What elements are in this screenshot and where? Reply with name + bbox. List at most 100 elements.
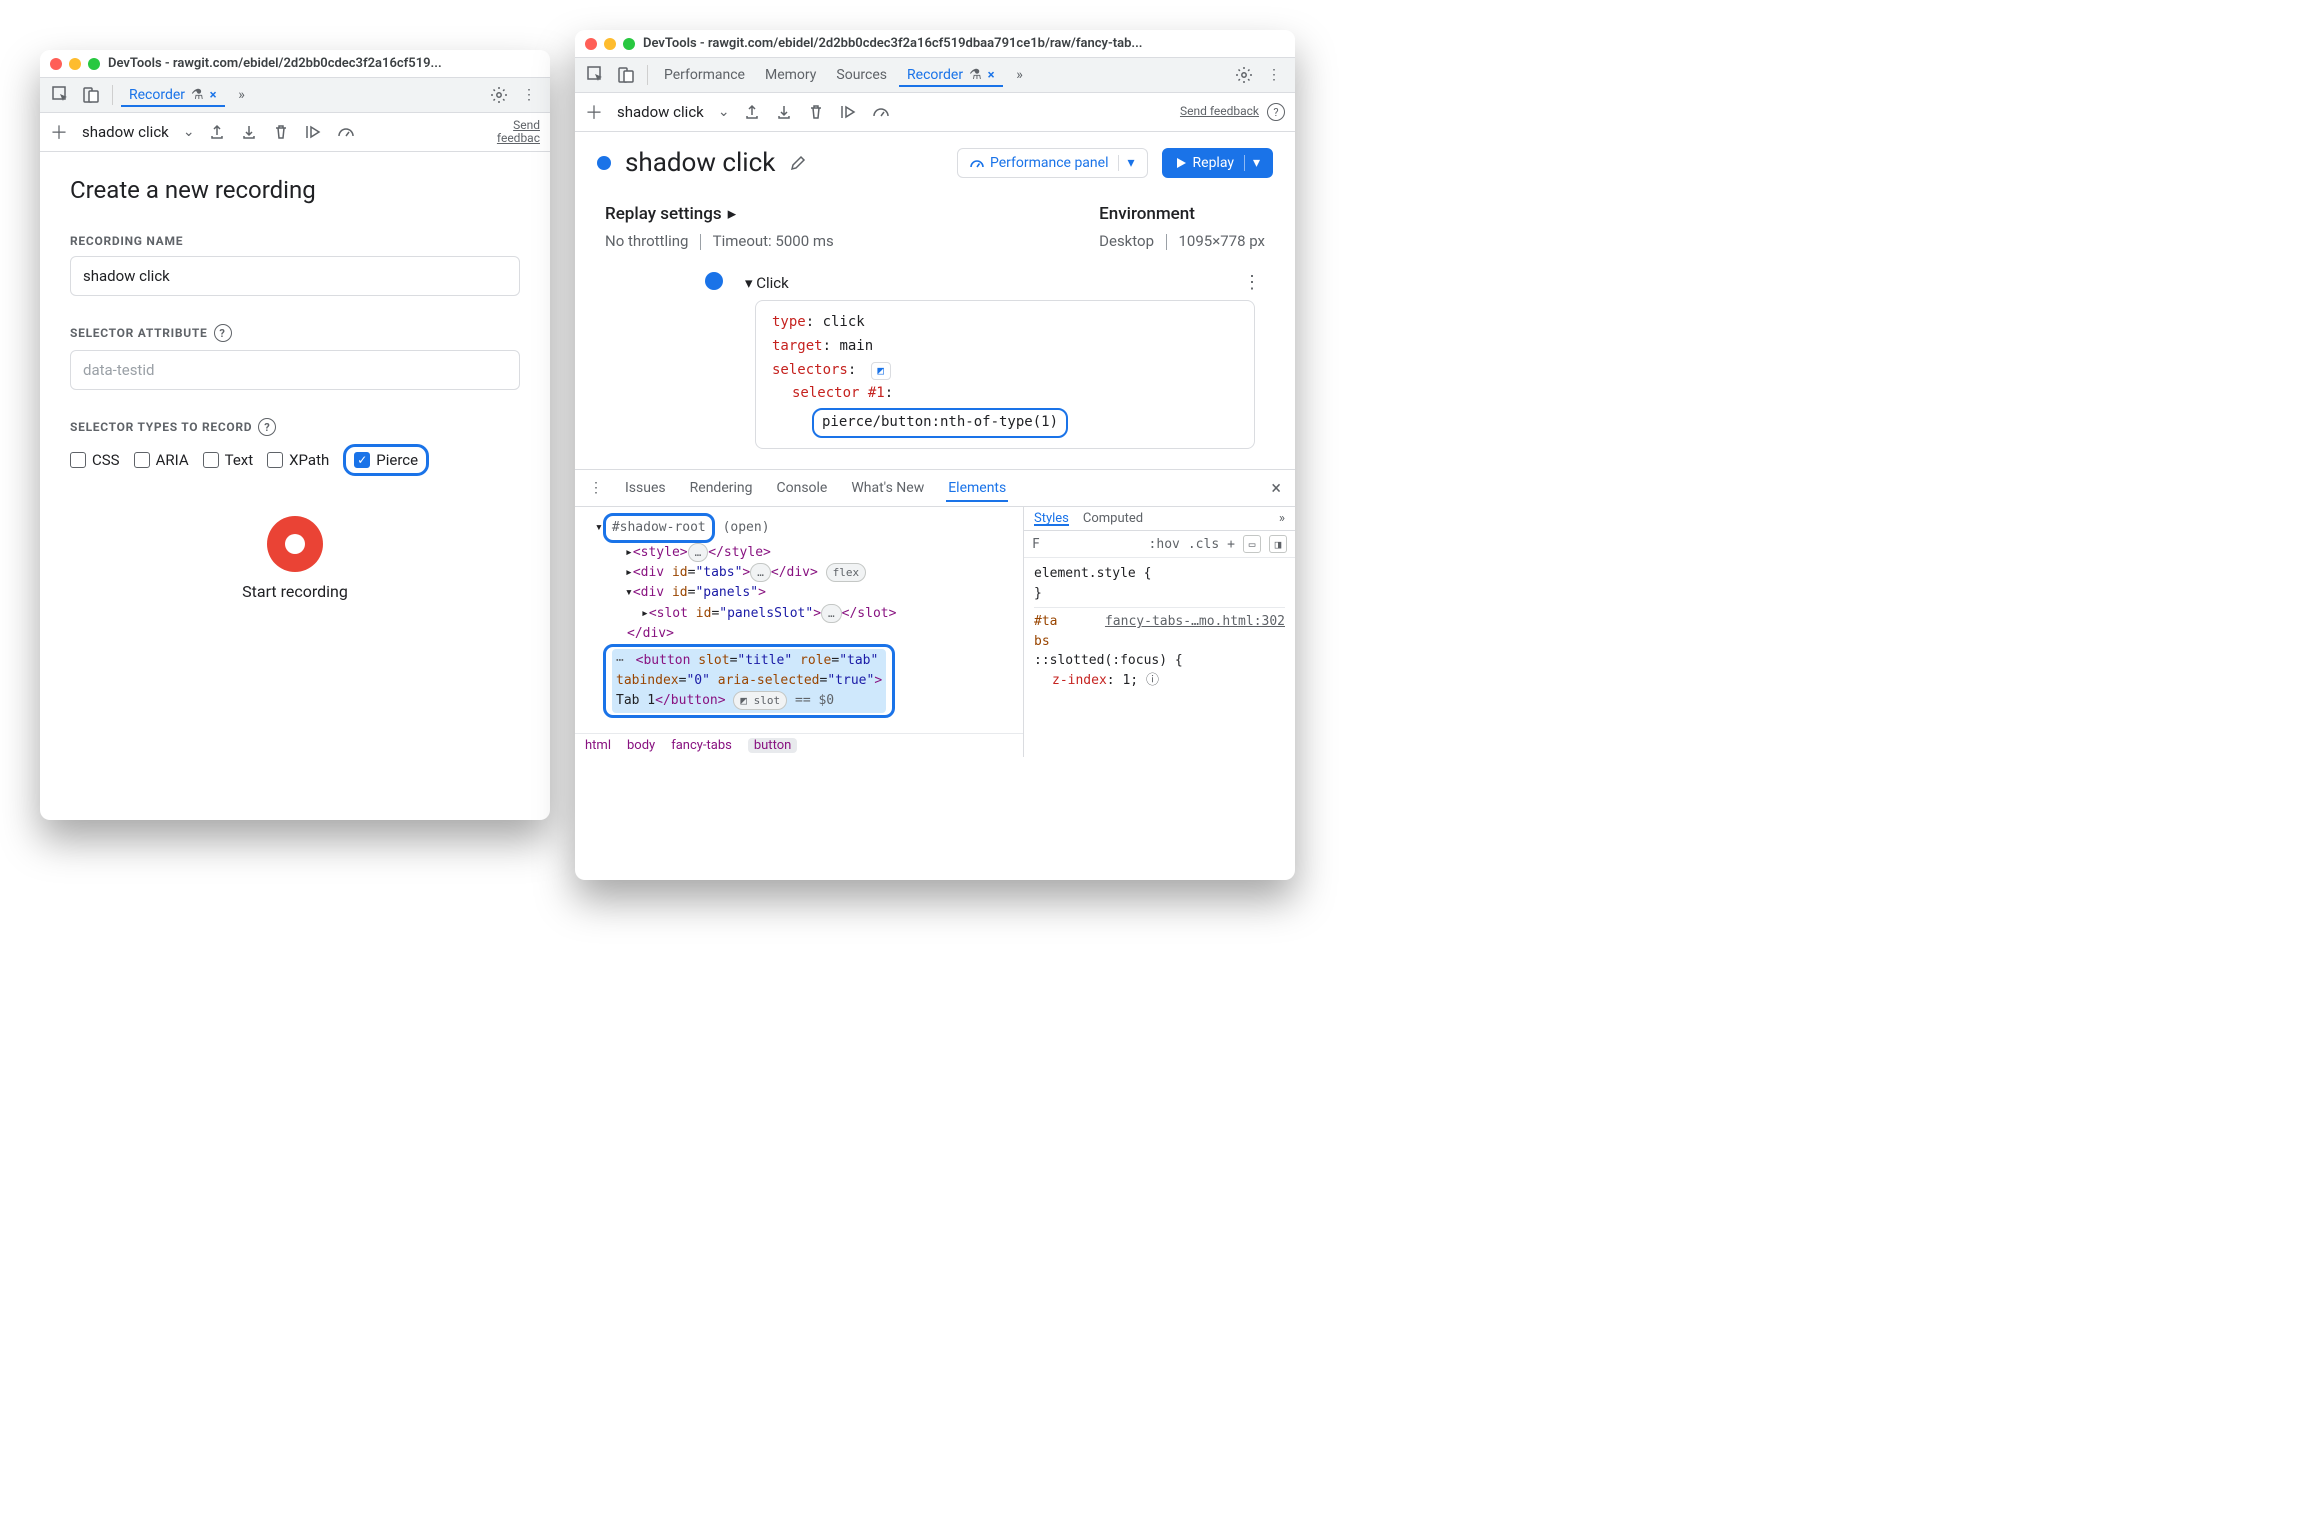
sidebar-toggle-icon[interactable]: ◨ bbox=[1269, 535, 1287, 553]
selector-type-text[interactable]: Text bbox=[203, 451, 254, 469]
tab-memory[interactable]: Memory bbox=[757, 63, 824, 87]
crumb-button[interactable]: button bbox=[748, 738, 797, 753]
tab-recorder[interactable]: Recorder ⚗ × bbox=[899, 63, 1003, 87]
minimize-window-icon[interactable] bbox=[69, 58, 81, 70]
drawer-tab-elements[interactable]: Elements bbox=[946, 474, 1008, 502]
import-icon[interactable] bbox=[241, 124, 265, 140]
drawer-tab-console[interactable]: Console bbox=[774, 474, 829, 502]
device-mode-icon[interactable] bbox=[78, 82, 104, 108]
delete-icon[interactable] bbox=[273, 124, 297, 140]
close-window-icon[interactable] bbox=[50, 58, 62, 70]
window-controls bbox=[585, 38, 635, 50]
new-recording-icon[interactable]: ＋ bbox=[585, 99, 603, 125]
step-click: ▾ Click ⋮ type: click target: main selec… bbox=[605, 276, 1265, 449]
minimize-window-icon[interactable] bbox=[604, 38, 616, 50]
selector-type-pierce[interactable]: ✓Pierce bbox=[354, 451, 418, 469]
close-tab-icon[interactable]: × bbox=[210, 88, 217, 103]
selector-type-css[interactable]: CSS bbox=[70, 451, 120, 469]
crumb-body[interactable]: body bbox=[627, 738, 655, 753]
step-toggle[interactable]: ▾ Click bbox=[745, 274, 789, 292]
settings-gear-icon[interactable] bbox=[486, 82, 512, 108]
drawer-tab-rendering[interactable]: Rendering bbox=[688, 474, 755, 502]
settings-gear-icon[interactable] bbox=[1231, 62, 1257, 88]
source-link[interactable]: fancy-tabs-…mo.html:302 bbox=[1105, 612, 1285, 632]
selector-type-aria[interactable]: ARIA bbox=[134, 451, 189, 469]
inspect-icon[interactable] bbox=[583, 62, 609, 88]
breadcrumb[interactable]: html body fancy-tabs button bbox=[575, 733, 1023, 757]
kebab-menu-icon[interactable]: ⋮ bbox=[589, 480, 603, 496]
help-icon[interactable]: ? bbox=[258, 418, 276, 436]
tab-recorder[interactable]: Recorder ⚗ × bbox=[121, 83, 225, 107]
help-icon[interactable]: ? bbox=[214, 324, 232, 342]
zoom-window-icon[interactable] bbox=[88, 58, 100, 70]
export-icon[interactable] bbox=[744, 104, 768, 120]
kebab-menu-icon[interactable]: ⋮ bbox=[1261, 62, 1287, 88]
drawer-tab-issues[interactable]: Issues bbox=[623, 474, 668, 502]
kebab-menu-icon[interactable]: ⋮ bbox=[516, 82, 542, 108]
inspect-icon[interactable] bbox=[48, 82, 74, 108]
import-icon[interactable] bbox=[776, 104, 800, 120]
close-tab-icon[interactable]: × bbox=[988, 68, 995, 83]
flask-icon: ⚗ bbox=[191, 87, 204, 103]
selector-attribute-input[interactable]: data-testid bbox=[70, 350, 520, 390]
slot-badge[interactable]: ◩ slot bbox=[733, 691, 787, 710]
info-icon[interactable]: ⓘ bbox=[1146, 673, 1159, 688]
new-recording-icon[interactable]: ＋ bbox=[50, 119, 68, 145]
checkbox-icon bbox=[267, 452, 283, 468]
zoom-window-icon[interactable] bbox=[623, 38, 635, 50]
crumb-fancytabs[interactable]: fancy-tabs bbox=[671, 738, 732, 753]
chevron-down-icon[interactable]: ▾ bbox=[1118, 155, 1134, 171]
recording-name-input[interactable]: shadow click bbox=[70, 256, 520, 296]
start-recording-label: Start recording bbox=[242, 582, 348, 601]
window-controls bbox=[50, 58, 100, 70]
performance-panel-button[interactable]: Performance panel ▾ bbox=[957, 148, 1148, 178]
dropdown-chevron-icon[interactable]: ⌄ bbox=[712, 104, 736, 120]
selector-types-row: CSS ARIA Text XPath ✓Pierce bbox=[70, 444, 520, 476]
step-menu-icon[interactable]: ⋮ bbox=[1243, 272, 1261, 293]
start-recording-button[interactable] bbox=[267, 516, 323, 572]
drawer-tab-whatsnew[interactable]: What's New bbox=[849, 474, 926, 502]
help-icon[interactable]: ? bbox=[1267, 103, 1285, 121]
hov-toggle[interactable]: :hov bbox=[1149, 537, 1180, 552]
selector-value-highlight[interactable]: pierce/button:nth-of-type(1) bbox=[812, 408, 1068, 438]
recording-selector[interactable]: shadow click bbox=[617, 103, 704, 121]
measure-icon[interactable] bbox=[872, 104, 896, 120]
more-tabs-icon[interactable]: » bbox=[1279, 511, 1285, 526]
styles-rules[interactable]: element.style { } #ta fancy-tabs-…mo.htm… bbox=[1024, 558, 1295, 696]
play-icon[interactable] bbox=[305, 124, 329, 140]
inspect-mini-icon[interactable]: ◩ bbox=[871, 362, 891, 380]
dropdown-chevron-icon[interactable]: ⌄ bbox=[177, 124, 201, 140]
more-tabs-icon[interactable]: » bbox=[1007, 62, 1033, 88]
edit-title-icon[interactable] bbox=[789, 154, 807, 172]
new-rule-icon[interactable]: + bbox=[1227, 537, 1235, 552]
send-feedback-link[interactable]: Send feedback bbox=[1180, 105, 1259, 118]
recorder-toolbar: ＋ shadow click ⌄ Send feedbac bbox=[40, 113, 550, 152]
measure-icon[interactable] bbox=[337, 124, 361, 140]
tabstrip: Recorder ⚗ × » ⋮ bbox=[40, 78, 550, 113]
checkbox-icon bbox=[134, 452, 150, 468]
tab-performance[interactable]: Performance bbox=[656, 63, 753, 87]
drawer-tabstrip: ⋮ Issues Rendering Console What's New El… bbox=[575, 470, 1295, 507]
recording-selector[interactable]: shadow click bbox=[82, 123, 169, 141]
computed-styles-icon[interactable]: ▭ bbox=[1243, 535, 1261, 553]
tab-sources[interactable]: Sources bbox=[828, 63, 895, 87]
styles-tab-styles[interactable]: Styles bbox=[1034, 511, 1069, 526]
replay-settings-header[interactable]: Replay settings ▸ bbox=[605, 204, 834, 224]
cls-toggle[interactable]: .cls bbox=[1188, 537, 1219, 552]
send-feedback-link[interactable]: Send feedbac bbox=[497, 119, 540, 145]
close-window-icon[interactable] bbox=[585, 38, 597, 50]
close-drawer-icon[interactable]: × bbox=[1271, 478, 1281, 499]
delete-icon[interactable] bbox=[808, 104, 832, 120]
more-tabs-icon[interactable]: » bbox=[229, 82, 255, 108]
styles-tab-computed[interactable]: Computed bbox=[1083, 511, 1143, 526]
selector-type-xpath[interactable]: XPath bbox=[267, 451, 329, 469]
device-mode-icon[interactable] bbox=[613, 62, 639, 88]
create-recording-form: Create a new recording RECORDING NAME sh… bbox=[40, 152, 550, 621]
replay-button[interactable]: Replay ▾ bbox=[1162, 148, 1273, 178]
play-icon[interactable] bbox=[840, 104, 864, 120]
crumb-html[interactable]: html bbox=[585, 738, 611, 753]
chevron-down-icon[interactable]: ▾ bbox=[1244, 155, 1260, 171]
export-icon[interactable] bbox=[209, 124, 233, 140]
elements-tree[interactable]: ▾#shadow-root (open) ▸<style>…</style> ▸… bbox=[575, 507, 1023, 733]
filter-input[interactable]: F bbox=[1032, 537, 1040, 552]
